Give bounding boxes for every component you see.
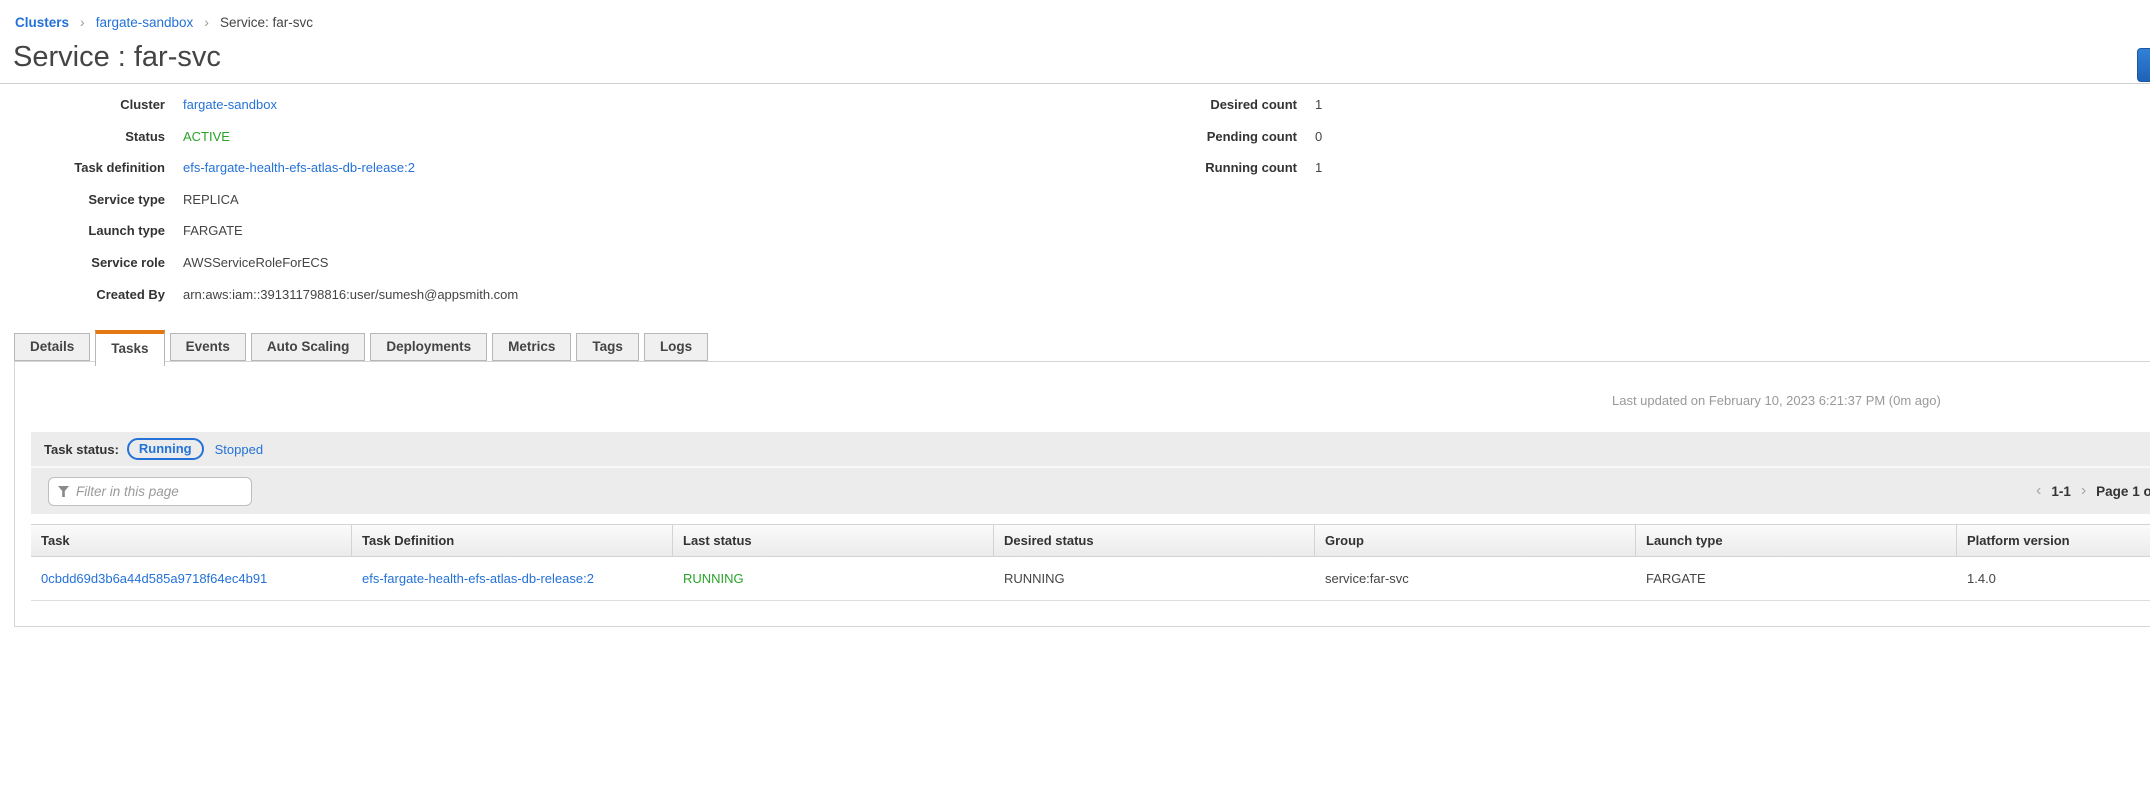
detail-row-status: Status ACTIVE xyxy=(0,129,518,148)
detail-row-task-definition: Task definition efs-fargate-health-efs-a… xyxy=(0,160,518,179)
primary-action-button-clipped[interactable] xyxy=(2137,48,2150,82)
tab-deployments[interactable]: Deployments xyxy=(370,333,487,361)
filter-input[interactable] xyxy=(76,484,242,499)
detail-label: Running count xyxy=(1130,160,1297,179)
breadcrumb-separator-icon: › xyxy=(80,14,85,30)
tab-metrics[interactable]: Metrics xyxy=(492,333,571,361)
detail-row-service-role: Service role AWSServiceRoleForECS xyxy=(0,255,518,274)
breadcrumb-separator-icon: › xyxy=(204,14,209,30)
cluster-link[interactable]: fargate-sandbox xyxy=(183,97,277,116)
task-status-label: Task status: xyxy=(44,442,119,457)
tab-bar: Details Tasks Events Auto Scaling Deploy… xyxy=(14,330,708,361)
detail-row-cluster: Cluster fargate-sandbox xyxy=(0,97,518,116)
pagination-page-label: Page 1 of 1 xyxy=(2096,484,2150,499)
tab-tasks[interactable]: Tasks xyxy=(95,330,164,366)
column-header-last-status[interactable]: Last status xyxy=(673,525,994,556)
task-definition-cell: efs-fargate-health-efs-atlas-db-release:… xyxy=(352,557,673,600)
detail-row-created-by: Created By arn:aws:iam::391311798816:use… xyxy=(0,287,518,306)
detail-label: Status xyxy=(0,129,165,148)
column-header-group[interactable]: Group xyxy=(1315,525,1636,556)
task-definition-link[interactable]: efs-fargate-health-efs-atlas-db-release:… xyxy=(183,160,415,179)
page-title: Service : far-svc xyxy=(13,41,221,74)
created-by-value: arn:aws:iam::391311798816:user/sumesh@ap… xyxy=(183,287,518,306)
service-type-value: REPLICA xyxy=(183,192,239,211)
breadcrumb: Clusters › fargate-sandbox › Service: fa… xyxy=(15,14,313,30)
pagination-next-icon[interactable]: › xyxy=(2081,482,2086,500)
detail-label: Desired count xyxy=(1130,97,1297,116)
breadcrumb-current: Service: far-svc xyxy=(220,15,313,30)
service-role-value: AWSServiceRoleForECS xyxy=(183,255,328,274)
detail-row-service-type: Service type REPLICA xyxy=(0,192,518,211)
column-header-platform-version[interactable]: Platform version xyxy=(1957,525,2150,556)
detail-label: Created By xyxy=(0,287,165,306)
service-status-value: ACTIVE xyxy=(183,129,230,148)
filter-row: ‹ 1-1 › Page 1 of 1 xyxy=(31,466,2150,514)
running-count-value: 1 xyxy=(1315,160,1322,179)
title-divider xyxy=(0,83,2150,84)
tasks-table-header: Task Task Definition Last status Desired… xyxy=(31,524,2150,557)
detail-row-running-count: Running count 1 xyxy=(1130,160,1322,179)
detail-row-desired-count: Desired count 1 xyxy=(1130,97,1322,116)
last-updated-text: Last updated on February 10, 2023 6:21:3… xyxy=(1612,393,1941,408)
tab-tags[interactable]: Tags xyxy=(576,333,639,361)
task-status-row: Task status: Running Stopped xyxy=(31,432,2150,466)
service-details-right: Desired count 1 Pending count 0 Running … xyxy=(1130,97,1322,192)
breadcrumb-clusters-link[interactable]: Clusters xyxy=(15,15,69,30)
detail-label: Launch type xyxy=(0,223,165,242)
pending-count-value: 0 xyxy=(1315,129,1322,148)
desired-count-value: 1 xyxy=(1315,97,1322,116)
detail-row-launch-type: Launch type FARGATE xyxy=(0,223,518,242)
tab-details[interactable]: Details xyxy=(14,333,90,361)
tab-auto-scaling[interactable]: Auto Scaling xyxy=(251,333,366,361)
task-status-stopped-toggle[interactable]: Stopped xyxy=(215,442,263,457)
task-id-link[interactable]: 0cbdd69d3b6a44d585a9718f64ec4b91 xyxy=(41,571,267,586)
breadcrumb-cluster-link[interactable]: fargate-sandbox xyxy=(96,15,194,30)
tasks-table: Task Task Definition Last status Desired… xyxy=(31,524,2150,601)
ecs-service-page: Clusters › fargate-sandbox › Service: fa… xyxy=(0,0,2150,798)
desired-status-cell: RUNNING xyxy=(994,557,1315,600)
pagination-prev-icon[interactable]: ‹ xyxy=(2036,482,2041,500)
column-header-desired-status[interactable]: Desired status xyxy=(994,525,1315,556)
column-header-task[interactable]: Task xyxy=(31,525,352,556)
last-status-cell: RUNNING xyxy=(673,557,994,600)
service-details-left: Cluster fargate-sandbox Status ACTIVE Ta… xyxy=(0,97,518,318)
platform-version-cell: 1.4.0 xyxy=(1957,557,2150,600)
task-id-cell: 0cbdd69d3b6a44d585a9718f64ec4b91 xyxy=(31,557,352,600)
pagination-range: 1-1 xyxy=(2051,484,2071,499)
column-header-launch-type[interactable]: Launch type xyxy=(1636,525,1957,556)
detail-label: Service type xyxy=(0,192,165,211)
tasks-toolbar: Task status: Running Stopped ‹ 1-1 › Pag… xyxy=(31,432,2150,514)
filter-box xyxy=(48,477,252,506)
filter-funnel-icon xyxy=(58,486,69,497)
detail-label: Pending count xyxy=(1130,129,1297,148)
pagination: ‹ 1-1 › Page 1 of 1 xyxy=(2036,468,2150,514)
tab-logs[interactable]: Logs xyxy=(644,333,708,361)
column-header-task-definition[interactable]: Task Definition xyxy=(352,525,673,556)
detail-label: Service role xyxy=(0,255,165,274)
table-row: 0cbdd69d3b6a44d585a9718f64ec4b91 efs-far… xyxy=(31,557,2150,601)
launch-type-cell: FARGATE xyxy=(1636,557,1957,600)
row-task-definition-link[interactable]: efs-fargate-health-efs-atlas-db-release:… xyxy=(362,571,594,586)
task-status-running-toggle[interactable]: Running xyxy=(127,438,204,460)
detail-row-pending-count: Pending count 0 xyxy=(1130,129,1322,148)
detail-label: Task definition xyxy=(0,160,165,179)
tab-events[interactable]: Events xyxy=(170,333,246,361)
detail-label: Cluster xyxy=(0,97,165,116)
group-cell: service:far-svc xyxy=(1315,557,1636,600)
launch-type-value: FARGATE xyxy=(183,223,243,242)
